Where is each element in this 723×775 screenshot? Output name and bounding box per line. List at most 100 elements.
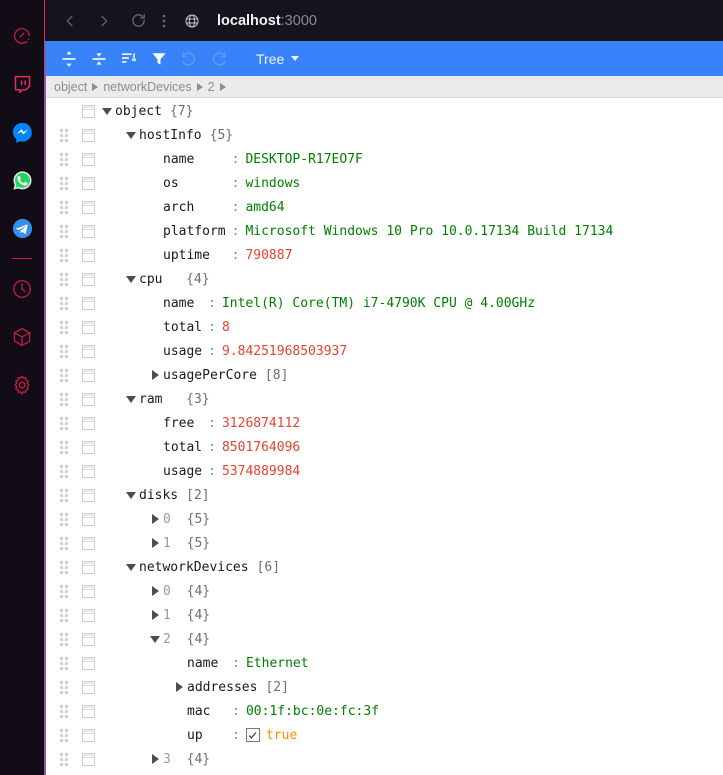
boolean-checkbox[interactable] xyxy=(245,728,260,742)
array-index[interactable]: 3 xyxy=(163,752,179,767)
messenger-icon[interactable] xyxy=(0,108,45,156)
filter-icon[interactable] xyxy=(144,44,174,74)
tree-row[interactable]: usage:9.84251968503937 xyxy=(46,339,723,363)
drag-handle-icon[interactable] xyxy=(56,675,72,699)
tree-row[interactable]: name : Intel(R) Core(TM) i7-4790K CPU @ 4… xyxy=(46,291,723,315)
object-key[interactable]: uptime xyxy=(163,248,226,263)
drag-handle-icon[interactable] xyxy=(56,291,72,315)
field-menu-icon[interactable] xyxy=(81,555,95,579)
tree-row[interactable]: usage:5374889984 xyxy=(46,459,723,483)
breadcrumb-item[interactable]: 2 xyxy=(208,80,215,94)
drag-handle-icon[interactable] xyxy=(56,267,72,291)
field-menu-icon[interactable] xyxy=(81,267,95,291)
drag-handle-icon[interactable] xyxy=(56,123,72,147)
object-key[interactable]: total xyxy=(163,320,202,335)
sort-icon[interactable] xyxy=(114,44,144,74)
field-menu-icon[interactable] xyxy=(81,171,95,195)
drag-handle-icon[interactable] xyxy=(56,723,72,747)
forward-button[interactable] xyxy=(87,4,121,38)
value-boolean[interactable]: true xyxy=(266,728,297,743)
object-key[interactable]: cpu xyxy=(139,272,178,287)
drag-handle-icon[interactable] xyxy=(56,483,72,507)
field-menu-icon[interactable] xyxy=(81,723,95,747)
field-menu-icon[interactable] xyxy=(81,315,95,339)
browser-menu-icon[interactable] xyxy=(155,4,173,38)
field-menu-icon[interactable] xyxy=(81,291,95,315)
drag-handle-icon[interactable] xyxy=(56,171,72,195)
telegram-icon[interactable] xyxy=(0,204,45,252)
expander-down-icon[interactable] xyxy=(123,387,139,411)
value-string[interactable]: DESKTOP-R17EO7F xyxy=(245,152,362,167)
object-key[interactable]: name xyxy=(163,152,226,167)
tree-row[interactable]: addresses [2] xyxy=(46,675,723,699)
value-number[interactable]: 790887 xyxy=(245,248,292,263)
object-key[interactable]: usage xyxy=(163,344,202,359)
object-key[interactable]: hostInfo xyxy=(139,128,202,143)
object-key[interactable]: addresses xyxy=(187,680,257,695)
field-menu-icon[interactable] xyxy=(81,363,95,387)
tree-row[interactable]: disks [2] xyxy=(46,483,723,507)
breadcrumb-item[interactable]: networkDevices xyxy=(103,80,191,94)
tree-row[interactable]: up : true xyxy=(46,723,723,747)
tree-row[interactable]: free :3126874112 xyxy=(46,411,723,435)
field-menu-icon[interactable] xyxy=(81,459,95,483)
object-key[interactable]: platform xyxy=(163,224,226,239)
tree-row[interactable]: hostInfo {5} xyxy=(46,123,723,147)
value-string[interactable]: Intel(R) Core(TM) i7-4790K CPU @ 4.00GHz xyxy=(222,296,535,311)
drag-handle-icon[interactable] xyxy=(56,459,72,483)
expander-down-icon[interactable] xyxy=(147,627,163,651)
array-index[interactable]: 2 xyxy=(163,632,179,647)
field-menu-icon[interactable] xyxy=(81,747,95,771)
object-key[interactable]: usagePerCore xyxy=(163,368,257,383)
drag-handle-icon[interactable] xyxy=(56,579,72,603)
tree-row[interactable]: name : Ethernet xyxy=(46,651,723,675)
drag-handle-icon[interactable] xyxy=(56,411,72,435)
tree-row[interactable]: usagePerCore [8] xyxy=(46,363,723,387)
value-string[interactable]: Ethernet xyxy=(246,656,309,671)
field-menu-icon[interactable] xyxy=(81,411,95,435)
field-menu-icon[interactable] xyxy=(81,507,95,531)
twitch-icon[interactable] xyxy=(0,60,45,108)
tree-row[interactable]: object {7} xyxy=(46,99,723,123)
tree-row[interactable]: total:8501764096 xyxy=(46,435,723,459)
value-string[interactable]: amd64 xyxy=(245,200,284,215)
undo-icon[interactable] xyxy=(174,44,204,74)
field-menu-icon[interactable] xyxy=(81,579,95,603)
tree-row[interactable]: arch : amd64 xyxy=(46,195,723,219)
field-menu-icon[interactable] xyxy=(81,603,95,627)
array-index[interactable]: 0 xyxy=(163,512,179,527)
array-index[interactable]: 0 xyxy=(163,584,179,599)
object-key[interactable]: usage xyxy=(163,464,202,479)
drag-handle-icon[interactable] xyxy=(56,555,72,579)
breadcrumb-item[interactable]: object xyxy=(54,80,87,94)
tree-row[interactable]: os : windows xyxy=(46,171,723,195)
tree-row[interactable]: 1 {5} xyxy=(46,531,723,555)
object-key[interactable]: ram xyxy=(139,392,178,407)
value-number[interactable]: 9.84251968503937 xyxy=(222,344,347,359)
field-menu-icon[interactable] xyxy=(81,627,95,651)
drag-handle-icon[interactable] xyxy=(56,219,72,243)
value-number[interactable]: 3126874112 xyxy=(222,416,300,431)
field-menu-icon[interactable] xyxy=(81,243,95,267)
field-menu-icon[interactable] xyxy=(81,219,95,243)
value-string[interactable]: Microsoft Windows 10 Pro 10.0.17134 Buil… xyxy=(245,224,613,239)
field-menu-icon[interactable] xyxy=(81,387,95,411)
drag-handle-icon[interactable] xyxy=(56,435,72,459)
field-menu-icon[interactable] xyxy=(81,99,95,123)
object-key[interactable]: up xyxy=(187,728,226,743)
expander-right-icon[interactable] xyxy=(147,603,163,627)
field-menu-icon[interactable] xyxy=(81,195,95,219)
clock-icon[interactable] xyxy=(0,265,45,313)
drag-handle-icon[interactable] xyxy=(56,747,72,771)
drag-handle-icon[interactable] xyxy=(56,363,72,387)
field-menu-icon[interactable] xyxy=(81,651,95,675)
expander-right-icon[interactable] xyxy=(147,363,163,387)
field-menu-icon[interactable] xyxy=(81,123,95,147)
object-key[interactable]: name xyxy=(187,656,226,671)
tree-row[interactable]: 0 {5} xyxy=(46,507,723,531)
tree-row[interactable]: ram {3} xyxy=(46,387,723,411)
collapse-all-icon[interactable] xyxy=(84,44,114,74)
tree-row[interactable]: total:8 xyxy=(46,315,723,339)
object-key[interactable]: total xyxy=(163,440,202,455)
redo-icon[interactable] xyxy=(204,44,234,74)
